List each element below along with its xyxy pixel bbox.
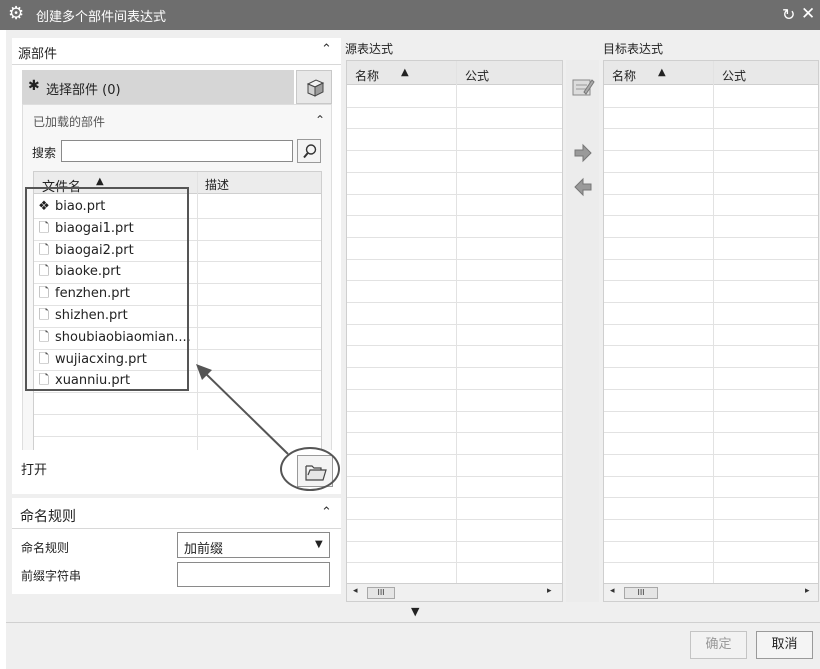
title-bar: ⚙ 创建多个部件间表达式 ↻ ✕ [0,0,820,30]
naming-rule-label: 命名规则 [21,541,70,555]
arrow-left-icon [574,177,592,197]
sort-ascending-icon[interactable]: ▲ [658,67,666,78]
window-title: 创建多个部件间表达式 [36,10,167,25]
col-desc-header[interactable]: 描述 [205,176,229,193]
target-expressions-table: 名称 ▲ 公式 ◂ III ▸ [603,60,819,602]
scroll-left-icon[interactable]: ◂ [610,586,615,596]
source-expr-header: 名称 ▲ 公式 [347,61,562,85]
source-expressions-table: 名称 ▲ 公式 ◂ III ▸ [346,60,563,602]
scroll-thumb[interactable]: III [624,587,658,599]
collapse-source-parts-icon[interactable]: ⌃ [321,42,332,57]
prefix-string-input[interactable] [177,562,330,587]
cancel-button[interactable]: 取消 [756,631,813,659]
scroll-right-icon[interactable]: ▸ [805,586,810,596]
scroll-thumb[interactable]: III [367,587,395,599]
highlight-annotation-box [25,187,189,391]
select-parts-label: 选择部件 (0) [46,83,121,98]
select-part-button[interactable] [296,70,332,104]
loaded-parts-title: 已加载的部件 [33,115,106,129]
collapse-loaded-parts-icon[interactable]: ⌃ [315,113,325,127]
edit-document-icon [572,79,595,96]
settings-gear-icon[interactable]: ⚙ [8,3,24,25]
source-col-formula[interactable]: 公式 [465,67,489,84]
search-input[interactable] [61,140,293,162]
cube-icon [306,79,325,97]
naming-rules-title: 命名规则 [20,509,76,525]
arrow-right-icon [574,143,592,163]
naming-rule-value: 加前缀 [184,542,224,557]
target-expr-header: 名称 ▲ 公式 [604,61,818,85]
open-label: 打开 [21,463,48,478]
prefix-string-label: 前缀字符串 [21,569,82,583]
naming-rule-select[interactable]: 加前缀 ▼ [177,532,330,558]
search-label: 搜索 [32,146,57,160]
naming-rules-panel: 命名规则 ⌃ 命名规则 加前缀 ▼ 前缀字符串 [12,498,341,594]
magnifier-icon [303,144,317,159]
search-button[interactable] [297,139,321,163]
move-right-button[interactable] [572,142,594,164]
source-col-name[interactable]: 名称 [355,67,379,84]
select-parts-row[interactable]: ✱ 选择部件 (0) [22,70,294,104]
collapse-naming-icon[interactable]: ⌃ [321,505,332,520]
transfer-column [566,60,599,602]
edit-expression-button[interactable] [567,72,597,102]
target-expressions-title: 目标表达式 [603,42,664,56]
annotation-arrow [196,364,289,455]
scroll-left-icon[interactable]: ◂ [353,586,358,596]
sort-ascending-icon[interactable]: ▲ [401,67,409,78]
reset-icon[interactable]: ↻ [782,5,795,25]
chevron-down-icon[interactable]: ▼ [315,539,323,550]
target-expr-scrollbar[interactable]: ◂ III ▸ [604,583,818,601]
move-left-button[interactable] [572,176,594,198]
close-icon[interactable]: ✕ [801,4,815,24]
scroll-right-icon[interactable]: ▸ [547,586,552,596]
ok-button[interactable]: 确定 [690,631,747,659]
target-col-formula[interactable]: 公式 [722,67,746,84]
source-parts-title: 源部件 [18,47,58,62]
expand-more-icon[interactable]: ▼ [411,605,419,618]
source-expr-scrollbar[interactable]: ◂ III ▸ [347,583,562,601]
source-expressions-title: 源表达式 [345,42,394,56]
target-col-name[interactable]: 名称 [612,67,636,84]
asterisk-icon: ✱ [28,78,40,94]
sort-ascending-icon[interactable]: ▲ [96,176,104,187]
